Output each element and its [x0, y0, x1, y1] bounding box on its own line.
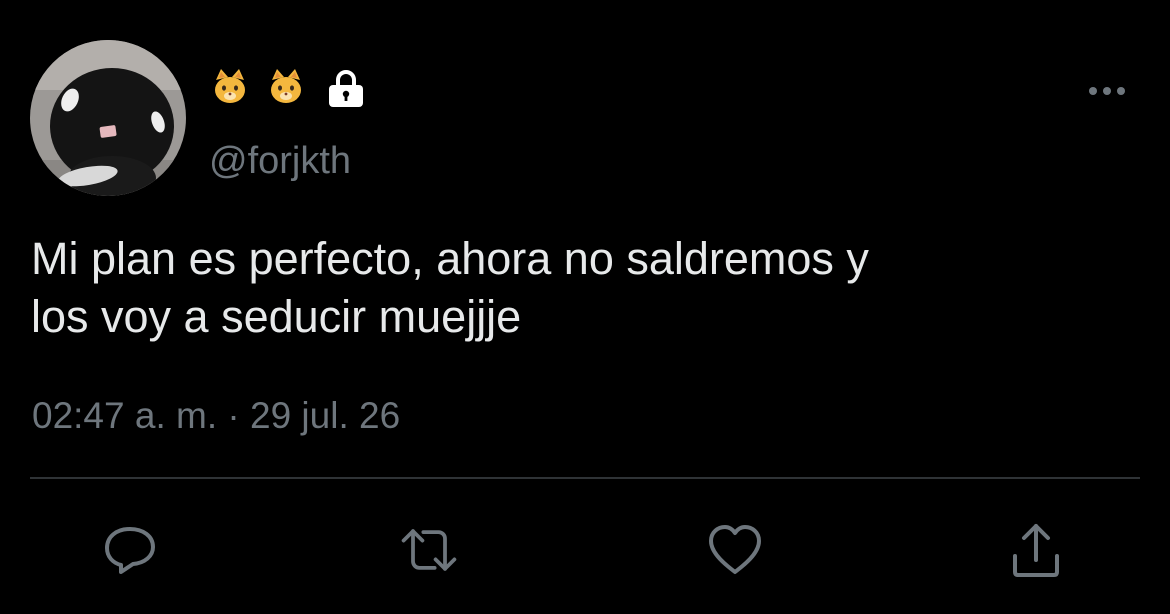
reply-button[interactable] [98, 518, 162, 582]
avatar[interactable] [30, 40, 186, 196]
divider [30, 477, 1140, 479]
more-dots-icon [1089, 87, 1125, 95]
cat-face-emoji [210, 66, 250, 110]
share-button[interactable] [1004, 518, 1068, 582]
cat-face-emoji [266, 66, 306, 110]
retweet-button[interactable] [397, 518, 461, 582]
reply-icon [105, 527, 155, 574]
plush-toy-avatar [30, 40, 186, 196]
like-icon [709, 525, 761, 574]
share-icon [1013, 524, 1059, 577]
display-name[interactable] [210, 66, 368, 110]
user-handle[interactable]: @forjkth [209, 138, 351, 184]
tweet-text: Mi plan es perfecto, ahora no saldremos … [31, 233, 869, 342]
more-options-button[interactable] [1082, 74, 1132, 108]
retweet-icon [401, 529, 457, 571]
lock-icon [324, 66, 368, 110]
like-button[interactable] [703, 518, 767, 582]
tweet-timestamp[interactable]: 02:47 a. m. · 29 jul. 26 [32, 392, 400, 440]
